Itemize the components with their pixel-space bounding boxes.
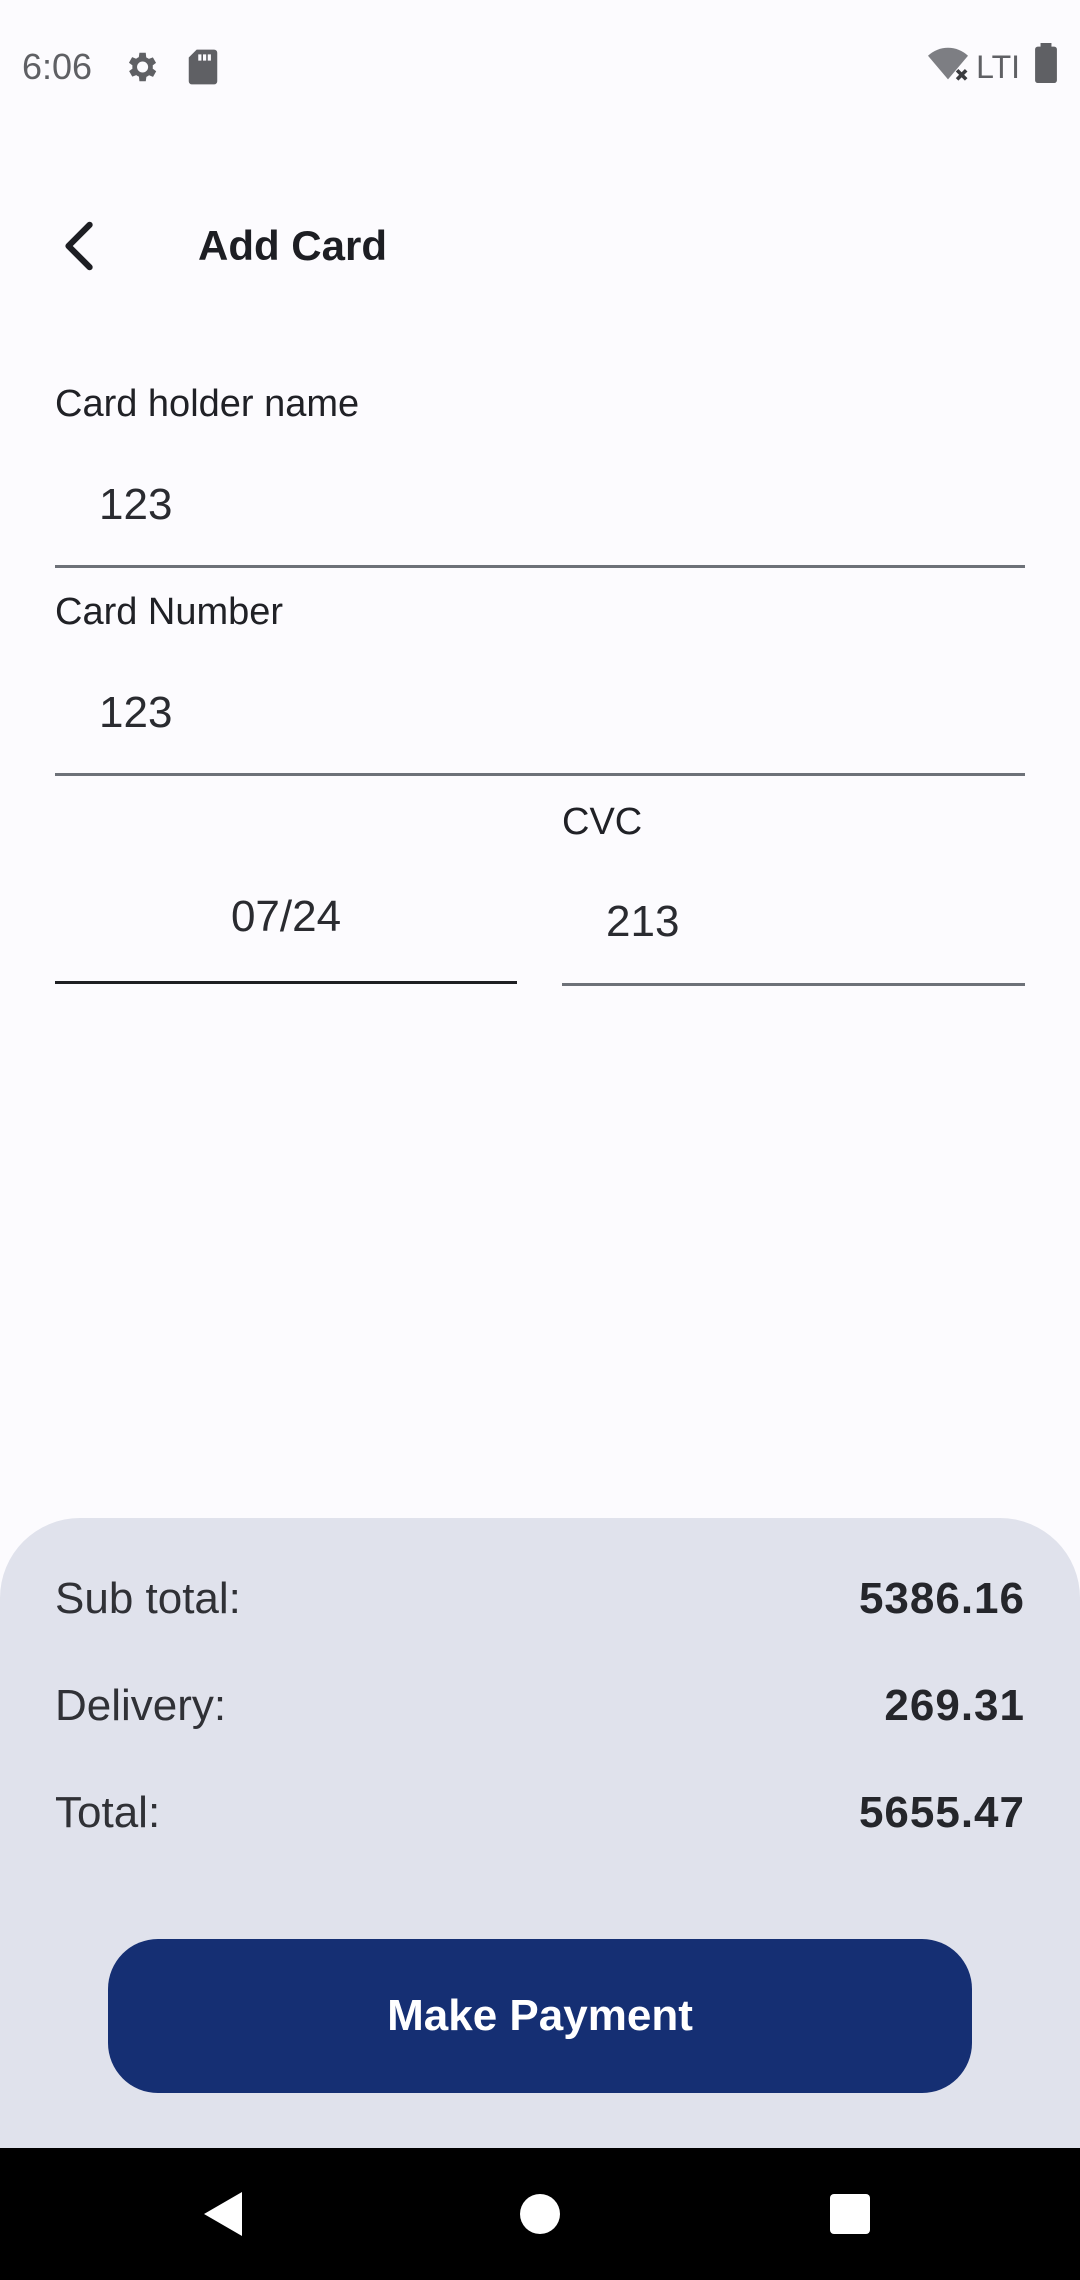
sd-card-icon <box>186 48 220 86</box>
chevron-left-icon <box>65 221 93 271</box>
subtotal-row: Sub total: 5386.16 <box>55 1574 1025 1624</box>
subtotal-label: Sub total: <box>55 1574 241 1623</box>
battery-icon <box>1034 42 1058 92</box>
card-holder-input[interactable]: 123 <box>99 480 172 530</box>
nav-back-button[interactable] <box>188 2178 260 2250</box>
home-circle-icon <box>520 2194 560 2234</box>
system-nav-bar <box>0 2148 1080 2280</box>
recents-square-icon <box>830 2194 870 2234</box>
card-number-input[interactable]: 123 <box>99 688 172 738</box>
back-button[interactable] <box>50 216 110 276</box>
card-number-label: Card Number <box>55 591 284 633</box>
card-holder-label: Card holder name <box>55 383 360 425</box>
subtotal-value: 5386.16 <box>858 1574 1025 1623</box>
card-number-underline <box>55 773 1025 776</box>
expiry-underline <box>55 981 517 984</box>
status-time: 6:06 <box>22 46 93 87</box>
app-bar: Add Card <box>0 196 1080 296</box>
card-holder-underline <box>55 565 1025 568</box>
cvc-label: CVC <box>562 801 643 843</box>
settings-icon <box>122 48 160 86</box>
total-label: Total: <box>55 1788 161 1837</box>
page-title: Add Card <box>198 222 387 269</box>
status-bar: 6:06 LTI <box>0 0 1080 134</box>
expiry-input[interactable]: 07/24 <box>55 892 517 942</box>
wifi-off-icon <box>926 43 970 92</box>
make-payment-button[interactable]: Make Payment <box>108 1939 972 2093</box>
delivery-label: Delivery: <box>55 1681 227 1730</box>
cvc-underline <box>562 983 1025 986</box>
delivery-value: 269.31 <box>884 1681 1025 1730</box>
delivery-row: Delivery: 269.31 <box>55 1681 1025 1731</box>
cvc-input[interactable]: 213 <box>606 897 679 947</box>
total-value: 5655.47 <box>858 1788 1025 1837</box>
total-row: Total: 5655.47 <box>55 1788 1025 1838</box>
back-triangle-icon <box>204 2192 242 2236</box>
nav-recents-button[interactable] <box>814 2178 886 2250</box>
nav-home-button[interactable] <box>504 2178 576 2250</box>
network-type-label: LTI <box>976 48 1020 85</box>
